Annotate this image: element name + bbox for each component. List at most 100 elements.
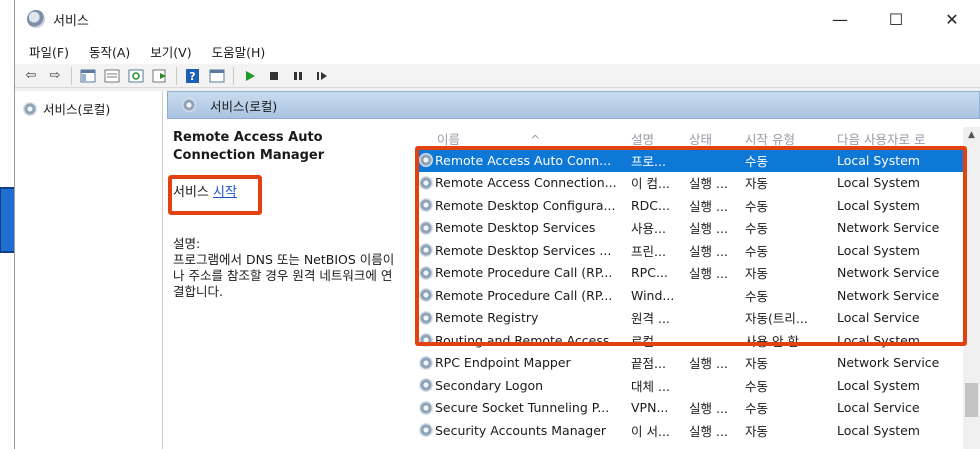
service-gear-icon <box>419 355 433 370</box>
window-controls: — ☐ ✕ <box>812 0 980 38</box>
service-logon-as: Local System <box>837 197 920 213</box>
console-tree-icon[interactable] <box>76 66 100 86</box>
resume-icon[interactable] <box>310 66 334 86</box>
service-name-text: Remote Access Connection... <box>435 175 617 191</box>
service-gear-icon <box>419 243 433 258</box>
service-name: Remote Access Connection... <box>419 175 631 190</box>
service-description-cell: 원격 ... <box>631 311 670 327</box>
service-row[interactable]: Secure Socket Tunneling P... VPN... 실행 ...… <box>419 397 980 420</box>
service-name: Security Accounts Manager <box>419 423 631 438</box>
forward-arrow-icon[interactable]: ⇨ <box>43 66 67 86</box>
service-startup-type: 수동 <box>745 378 769 394</box>
help-icon[interactable]: ? <box>181 66 205 86</box>
service-row[interactable]: Secondary Logon 대체 ... 수동 Local System <box>419 374 980 397</box>
menu-view[interactable]: 보기(V) <box>140 42 201 61</box>
service-name-text: RPC Endpoint Mapper <box>435 355 571 371</box>
service-row[interactable]: Remote Procedure Call (RP... Wind... 수동 Net… <box>419 284 980 307</box>
service-description-cell: 로컬 ... <box>631 333 670 349</box>
service-row[interactable]: Remote Procedure Call (RP... RPC... 실행 ...… <box>419 262 980 285</box>
column-header-status[interactable]: 상태 <box>689 129 745 148</box>
toolbar-separator <box>71 66 72 85</box>
service-description-cell: 대체 ... <box>631 378 670 394</box>
service-description-cell: 이 서... <box>631 423 670 439</box>
toolbar-separator <box>176 66 177 85</box>
service-name-text: Remote Desktop Configura... <box>435 197 616 213</box>
column-header-startup-type[interactable]: 시작 유형 <box>745 129 837 148</box>
close-button[interactable]: ✕ <box>924 0 980 38</box>
minimize-button[interactable]: — <box>812 0 868 38</box>
play-icon[interactable] <box>238 66 262 86</box>
service-status: 실행 ... <box>689 176 728 192</box>
stop-icon[interactable] <box>262 66 286 86</box>
view-icon[interactable] <box>205 66 229 86</box>
column-header-logon-as[interactable]: 다음 사용자로 로 <box>837 129 955 148</box>
action-prefix: 서비스 <box>173 185 209 200</box>
service-description: 설명: 프로그램에서 DNS 또는 NetBIOS 이름이나 주소를 참조할 경… <box>173 236 403 300</box>
toolbar-separator <box>233 66 234 85</box>
service-logon-as: Local System <box>837 175 920 191</box>
service-startup-type: 자동 <box>745 176 769 192</box>
service-name: Remote Desktop Services <box>419 220 631 235</box>
service-gear-icon <box>419 265 433 280</box>
service-rows: Remote Access Auto Conn... 프로... 수동 Local S… <box>419 149 980 442</box>
maximize-button[interactable]: ☐ <box>868 0 924 38</box>
service-status: 실행 ... <box>689 243 728 259</box>
menu-file[interactable]: 파일(F) <box>19 42 79 61</box>
scroll-thumb[interactable] <box>965 383 978 417</box>
service-name: Remote Procedure Call (RP... <box>419 288 631 303</box>
service-row[interactable]: Remote Access Auto Conn... 프로... 수동 Local S… <box>419 149 980 172</box>
list-header: 이름 ^ 설명 상태 시작 유형 다음 사용자로 로 <box>419 127 980 149</box>
service-description-cell: 사용... <box>631 221 666 237</box>
service-logon-as: Network Service <box>837 220 940 236</box>
services-window: 서비스 — ☐ ✕ 파일(F) 동작(A) 보기(V) 도움말(H) ⇦ ⇨ ? <box>14 0 980 449</box>
start-service-link[interactable]: 시작 <box>213 185 237 200</box>
service-name: Remote Procedure Call (RP... <box>419 265 631 280</box>
refresh-icon[interactable] <box>124 66 148 86</box>
column-header-name[interactable]: 이름 ^ <box>419 129 631 148</box>
service-row[interactable]: RPC Endpoint Mapper 끝점... 실행 ... 자동 Network … <box>419 352 980 375</box>
service-logon-as: Local System <box>837 377 920 393</box>
service-startup-type: 수동 <box>745 288 769 304</box>
service-name-text: Remote Access Auto Conn... <box>435 152 612 168</box>
back-arrow-icon[interactable]: ⇦ <box>19 66 43 86</box>
service-row[interactable]: Routing and Remote Access 로컬 ... 사용 안 함 Loc… <box>419 329 980 352</box>
service-description-cell: RPC... <box>631 265 668 281</box>
service-name: Remote Desktop Configura... <box>419 198 631 213</box>
tree-item-services-local[interactable]: 서비스(로컬) <box>23 99 162 118</box>
service-gear-icon <box>419 198 433 213</box>
title-bar: 서비스 — ☐ ✕ <box>15 0 980 38</box>
service-name: Secondary Logon <box>419 378 631 393</box>
properties-icon[interactable] <box>100 66 124 86</box>
main-header-title: 서비스(로컬) <box>210 98 278 114</box>
pause-icon[interactable] <box>286 66 310 86</box>
export-icon[interactable] <box>148 66 172 86</box>
service-row[interactable]: Remote Registry 원격 ... 자동(트리... Local Servi… <box>419 307 980 330</box>
service-row[interactable]: Remote Desktop Configura... RDC... 실행 ... 수… <box>419 194 980 217</box>
svg-text:?: ? <box>189 70 195 83</box>
service-logon-as: Local System <box>837 242 920 258</box>
service-row[interactable]: Security Accounts Manager 이 서... 실행 ... 자동 L… <box>419 419 980 442</box>
service-action: 서비스 시작 <box>173 181 403 200</box>
column-header-description[interactable]: 설명 <box>631 129 689 148</box>
service-name-text: Secondary Logon <box>435 377 544 393</box>
service-name-text: Routing and Remote Access <box>435 332 610 348</box>
service-startup-type: 자동(트리... <box>745 311 808 327</box>
service-name: Routing and Remote Access <box>419 333 631 348</box>
service-row[interactable]: Remote Desktop Services ... 프린... 실행 ... 수동… <box>419 239 980 262</box>
service-logon-as: Network Service <box>837 355 940 371</box>
service-name: RPC Endpoint Mapper <box>419 355 631 370</box>
menu-action[interactable]: 동작(A) <box>79 42 140 61</box>
service-name-text: Remote Procedure Call (RP... <box>435 287 613 303</box>
service-description-cell: 프린... <box>631 243 666 259</box>
service-name-text: Secure Socket Tunneling P... <box>435 400 610 416</box>
scroll-up-icon[interactable]: ▲ <box>963 127 980 143</box>
service-logon-as: Network Service <box>837 287 940 303</box>
service-status: 실행 ... <box>689 356 728 372</box>
menu-help[interactable]: 도움말(H) <box>202 42 276 61</box>
service-row[interactable]: Remote Access Connection... 이 컴... 실행 ... 자… <box>419 172 980 195</box>
service-row[interactable]: Remote Desktop Services 사용... 실행 ... 수동 Netw… <box>419 217 980 240</box>
console-tree: 서비스(로컬) <box>15 91 163 449</box>
vertical-scrollbar[interactable]: ▲ <box>963 127 980 449</box>
service-description-cell: 이 컴... <box>631 176 670 192</box>
service-startup-type: 수동 <box>745 198 769 214</box>
